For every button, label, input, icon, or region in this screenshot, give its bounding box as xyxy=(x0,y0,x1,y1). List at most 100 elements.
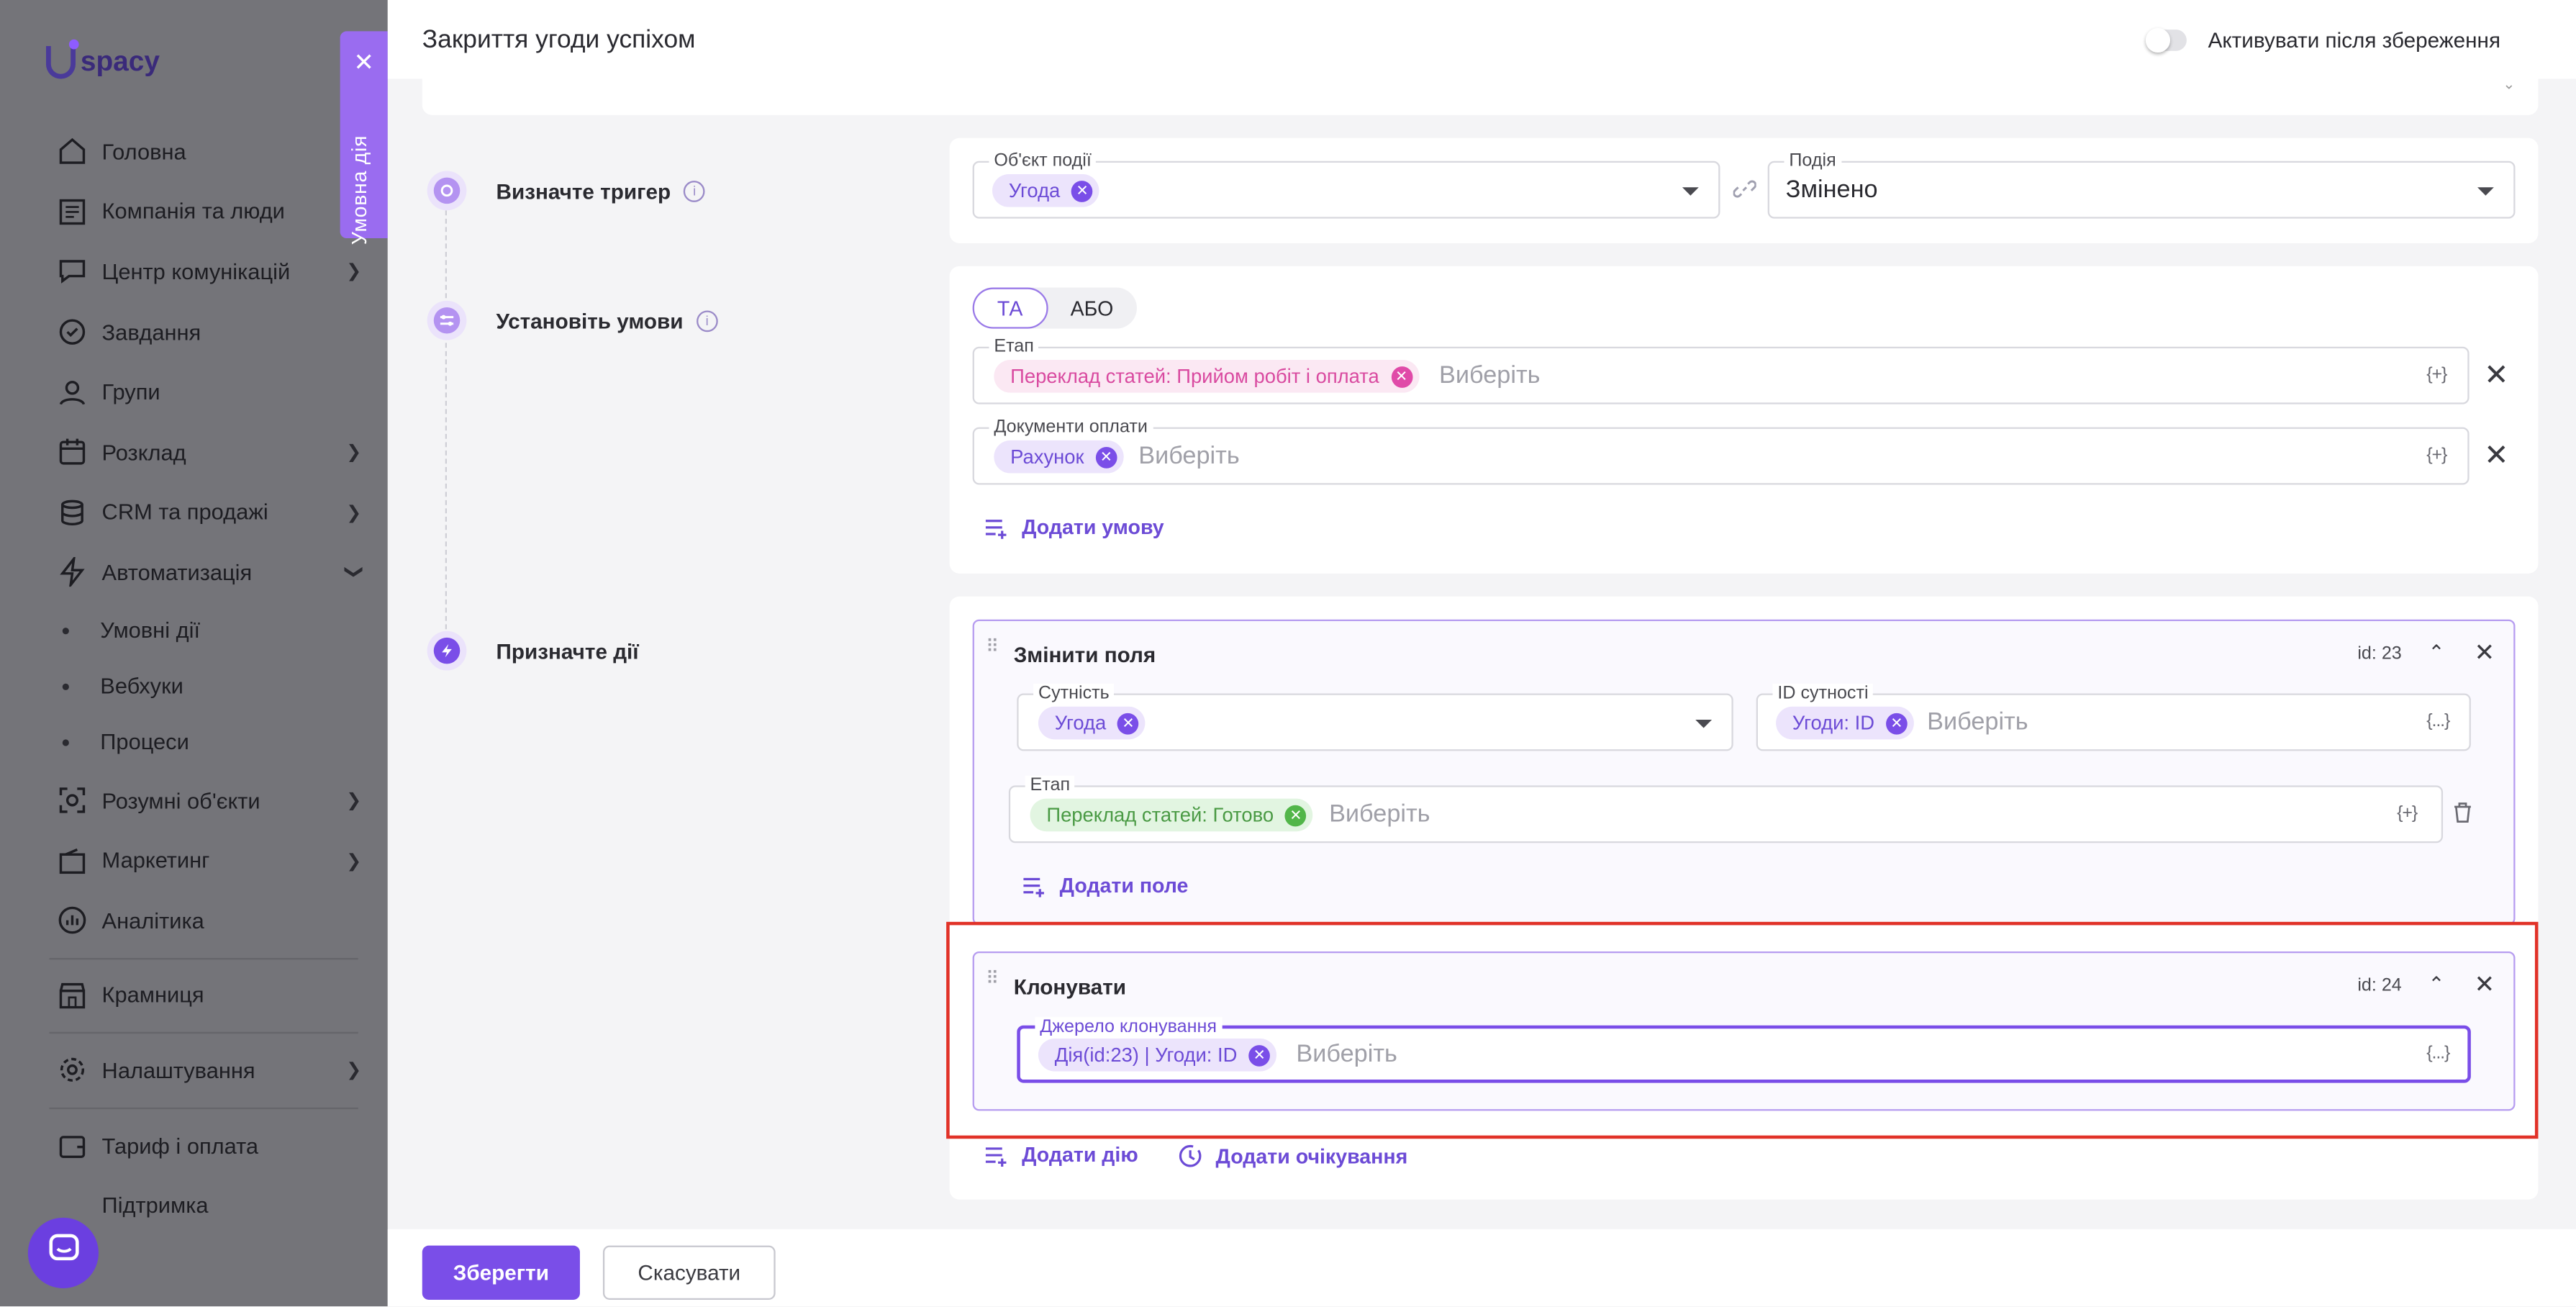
close-icon[interactable]: ✕ xyxy=(340,48,388,77)
sidebar-item-label: Центр комунікацій xyxy=(101,259,291,284)
cancel-button[interactable]: Скасувати xyxy=(602,1245,776,1300)
chip-remove-icon[interactable]: ✕ xyxy=(1285,804,1307,826)
sidebar-item-communications[interactable]: Центр комунікацій ❯ xyxy=(0,242,388,302)
chevron-down-icon[interactable]: ⌄ xyxy=(2503,76,2515,94)
chip-remove-icon[interactable]: ✕ xyxy=(1886,712,1908,734)
company-icon xyxy=(56,195,89,228)
entity-select[interactable]: Сутність Угода ✕ xyxy=(1017,683,1733,751)
variable-insert-button[interactable]: {...} xyxy=(2426,1044,2450,1063)
app-logo[interactable]: spacy xyxy=(45,39,160,79)
clone-source-label: Джерело клонування xyxy=(1035,1017,1222,1037)
event-type-value: Змінено xyxy=(1785,176,1878,204)
chevron-right-icon: ❯ xyxy=(346,263,362,283)
variable-insert-button[interactable]: {+} xyxy=(2397,803,2418,823)
chat-bubble-icon xyxy=(47,1232,80,1273)
add-condition-button[interactable]: Додати умову xyxy=(984,516,1164,539)
drag-handle-icon[interactable]: ⠿ xyxy=(986,638,999,656)
chip-remove-icon[interactable]: ✕ xyxy=(1117,712,1139,734)
remove-condition-button[interactable]: ✕ xyxy=(2484,440,2508,470)
sidebar-item-marketing[interactable]: Маркетинг ❯ xyxy=(0,831,388,891)
trigger-step-icon xyxy=(427,171,467,211)
remove-action-button[interactable]: ✕ xyxy=(2474,971,2495,1000)
variable-insert-button[interactable]: {...} xyxy=(2426,712,2450,731)
marketing-icon xyxy=(56,844,89,877)
clock-icon xyxy=(1178,1144,1202,1168)
remove-condition-button[interactable]: ✕ xyxy=(2484,360,2508,389)
chip-remove-icon[interactable]: ✕ xyxy=(1390,366,1412,387)
sidebar-item-home[interactable]: Головна xyxy=(0,122,388,182)
clone-source-field[interactable]: Джерело клонування Дія(id:23) | Угоди: I… xyxy=(1017,1017,2471,1083)
sidebar-item-label: Маркетинг xyxy=(101,848,210,873)
sidebar-subitem-label: Процеси xyxy=(100,730,189,755)
chip-remove-icon[interactable]: ✕ xyxy=(1071,180,1093,202)
chevron-right-icon: ❯ xyxy=(346,503,362,523)
drag-handle-icon[interactable]: ⠿ xyxy=(986,970,999,988)
chip-remove-icon[interactable]: ✕ xyxy=(1095,446,1117,468)
condition-payment-docs-field[interactable]: Документи оплати Рахунок ✕ Виберіть {+} xyxy=(972,417,2470,485)
sidebar: spacy Головна Компанія та люди Центр ком… xyxy=(0,0,388,1307)
variable-insert-button[interactable]: {+} xyxy=(2426,365,2447,384)
sidebar-item-tasks[interactable]: Завдання xyxy=(0,302,388,363)
add-wait-button[interactable]: Додати очікування xyxy=(1178,1144,1407,1168)
step-conditions-label: Установіть умови xyxy=(496,308,684,333)
save-button[interactable]: Зберегти xyxy=(422,1245,580,1300)
sidebar-item-groups[interactable]: Групи xyxy=(0,362,388,422)
trash-icon[interactable] xyxy=(2453,802,2472,831)
collapsed-section-card: ⌄ xyxy=(422,76,2539,115)
event-type-select[interactable]: Подія Змінено xyxy=(1767,151,2516,219)
condition-payment-docs-placeholder: Виберіть xyxy=(1138,442,1240,470)
sidebar-item-shop[interactable]: Крамниця xyxy=(0,965,388,1026)
sidebar-nav: Головна Компанія та люди Центр комунікац… xyxy=(0,122,388,1236)
condition-payment-docs-chip: Рахунок ✕ xyxy=(994,440,1124,474)
step-actions: Призначте дії xyxy=(427,630,639,671)
clone-source-chip: Дія(id:23) | Угоди: ID ✕ xyxy=(1038,1038,1277,1072)
sidebar-item-automation[interactable]: Автоматизація ❯ xyxy=(0,543,388,603)
chevron-up-icon[interactable]: ⌃ xyxy=(2428,973,2445,996)
chip-label: Переклад статей: Прийом робіт і оплата xyxy=(1010,364,1379,388)
sidebar-item-smart-objects[interactable]: Розумні об'єкти ❯ xyxy=(0,770,388,831)
link-icon[interactable] xyxy=(1733,178,1757,209)
info-icon[interactable]: i xyxy=(684,180,706,202)
sidebar-item-tariff[interactable]: Тариф і оплата xyxy=(0,1116,388,1176)
sidebar-item-analytics[interactable]: Аналітика xyxy=(0,890,388,951)
actions-step-icon xyxy=(427,630,467,671)
condition-stage-field[interactable]: Етап Переклад статей: Прийом робіт і опл… xyxy=(972,337,2470,404)
event-object-select[interactable]: Об'єкт події Угода ✕ xyxy=(972,151,1720,219)
variable-insert-button[interactable]: {+} xyxy=(2426,446,2447,465)
chevron-up-icon[interactable]: ⌃ xyxy=(2428,641,2445,664)
operator-and-button[interactable]: ТА xyxy=(972,287,1048,329)
field-stage[interactable]: Етап Переклад статей: Готово ✕ Виберіть {… xyxy=(1008,775,2444,844)
activate-toggle[interactable] xyxy=(2145,27,2187,53)
action-title: Клонувати xyxy=(1013,974,1127,1000)
sidebar-item-schedule[interactable]: Розклад ❯ xyxy=(0,422,388,483)
entity-id-field[interactable]: ID сутності Угоди: ID ✕ Виберіть {...} xyxy=(1756,683,2471,751)
conditions-card: Етап Переклад статей: Прийом робіт і опл… xyxy=(949,266,2539,574)
chip-remove-icon[interactable]: ✕ xyxy=(1248,1044,1271,1066)
conditional-action-panel-tab[interactable]: ✕ Умовна дія xyxy=(340,31,388,245)
step-trigger-label: Визначте тригер xyxy=(496,178,671,203)
chip-label: Угоди: ID xyxy=(1792,711,1875,735)
operator-or-button[interactable]: АБО xyxy=(1048,288,1137,329)
gear-icon xyxy=(56,1054,89,1087)
shop-icon xyxy=(56,979,89,1012)
sidebar-item-label: Підтримка xyxy=(101,1193,209,1218)
field-stage-label: Етап xyxy=(1025,775,1075,796)
entity-label: Сутність xyxy=(1033,683,1115,704)
sidebar-item-crm[interactable]: CRM та продажі ❯ xyxy=(0,482,388,543)
sidebar-subitem-conditional-actions[interactable]: Умовні дії xyxy=(0,602,388,659)
sidebar-item-label: Завдання xyxy=(101,320,201,345)
remove-action-button[interactable]: ✕ xyxy=(2474,639,2495,669)
chat-widget-button[interactable] xyxy=(27,1217,99,1288)
sidebar-subitem-webhooks[interactable]: Вебхуки xyxy=(0,659,388,715)
sidebar-item-company[interactable]: Компанія та люди xyxy=(0,182,388,243)
add-field-button[interactable]: Додати поле xyxy=(1022,874,1188,897)
sidebar-subitem-processes[interactable]: Процеси xyxy=(0,715,388,771)
condition-stage-placeholder: Виберіть xyxy=(1439,361,1541,390)
chevron-right-icon: ❯ xyxy=(346,443,362,463)
sidebar-item-settings[interactable]: Налаштування ❯ xyxy=(0,1041,388,1101)
info-icon[interactable]: i xyxy=(696,309,718,332)
add-action-button[interactable]: Додати дію xyxy=(984,1144,1138,1167)
add-list-icon xyxy=(984,1144,1009,1166)
sidebar-item-label: Розклад xyxy=(101,440,186,465)
sidebar-item-label: Розумні об'єкти xyxy=(101,787,260,813)
